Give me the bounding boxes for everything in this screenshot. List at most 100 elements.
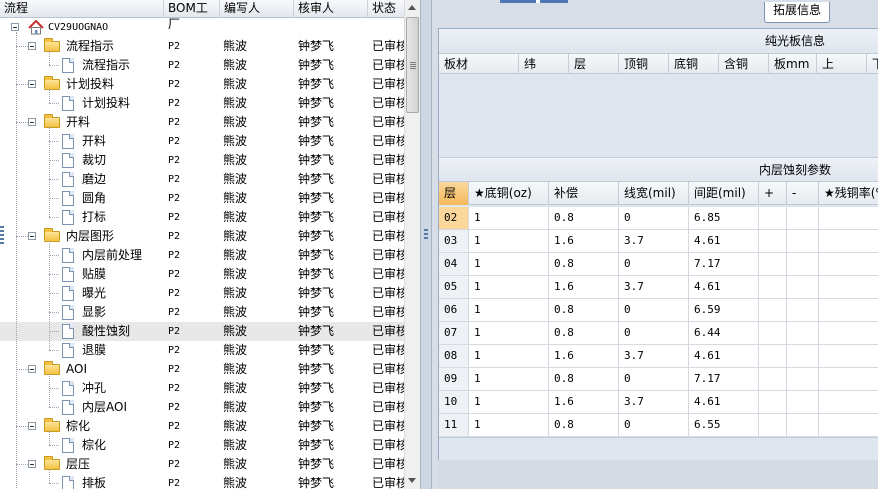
tree-row[interactable]: 排板 P2 熊波 钟梦飞 已审核 [0, 474, 404, 489]
spacing-cell[interactable]: 6.85 [689, 207, 759, 229]
tree-row[interactable]: 层压 P2 熊波 钟梦飞 已审核 [0, 455, 404, 474]
splitter-grip-icon[interactable] [424, 229, 428, 241]
compensation-cell[interactable]: 0.8 [549, 299, 619, 321]
etch-layer-cell[interactable]: 02 [439, 207, 469, 229]
tree-row[interactable]: 裁切 P2 熊波 钟梦飞 已审核 [0, 151, 404, 170]
etch-layer-cell[interactable]: 08 [439, 345, 469, 367]
line-width-cell[interactable]: 0 [619, 207, 689, 229]
residual-copper-cell[interactable] [819, 414, 878, 436]
line-width-cell[interactable]: 3.7 [619, 391, 689, 413]
tree-row[interactable]: 打标 P2 熊波 钟梦飞 已审核 [0, 208, 404, 227]
scroll-down-arrow-icon[interactable] [405, 473, 420, 489]
base-copper-cell[interactable]: 1 [469, 368, 549, 390]
tree-row[interactable]: 退膜 P2 熊波 钟梦飞 已审核 [0, 341, 404, 360]
tree-row[interactable]: 棕化 P2 熊波 钟梦飞 已审核 [0, 417, 404, 436]
col-layer[interactable]: 层 [569, 54, 619, 74]
tree-row[interactable]: 内层图形 P2 熊波 钟梦飞 已审核 [0, 227, 404, 246]
collapse-toggle-icon[interactable] [28, 422, 36, 430]
etch-row[interactable]: 10 1 1.6 3.7 4.61 [439, 391, 878, 414]
minus-cell[interactable] [787, 230, 819, 252]
col-plus[interactable]: + [759, 182, 787, 205]
tree-row[interactable]: 流程指示 P2 熊波 钟梦飞 已审核 [0, 37, 404, 56]
spacing-cell[interactable]: 4.61 [689, 345, 759, 367]
plus-cell[interactable] [759, 299, 787, 321]
tree-row[interactable]: AOI P2 熊波 钟梦飞 已审核 [0, 360, 404, 379]
residual-copper-cell[interactable] [819, 207, 878, 229]
plus-cell[interactable] [759, 345, 787, 367]
tree-row[interactable]: 开料 P2 熊波 钟梦飞 已审核 [0, 113, 404, 132]
spacing-cell[interactable]: 6.59 [689, 299, 759, 321]
residual-copper-cell[interactable] [819, 391, 878, 413]
tree-root-row[interactable]: CV29UOGNAO [0, 18, 404, 37]
plus-cell[interactable] [759, 368, 787, 390]
tree-vertical-scrollbar[interactable] [404, 0, 420, 489]
compensation-cell[interactable]: 0.8 [549, 414, 619, 436]
collapse-toggle-icon[interactable] [28, 460, 36, 468]
col-board-mm[interactable]: 板mm [769, 54, 817, 74]
line-width-cell[interactable]: 3.7 [619, 230, 689, 252]
etch-row[interactable]: 07 1 0.8 0 6.44 [439, 322, 878, 345]
etch-row[interactable]: 08 1 1.6 3.7 4.61 [439, 345, 878, 368]
scroll-thumb[interactable] [406, 17, 419, 113]
spacing-cell[interactable]: 4.61 [689, 230, 759, 252]
residual-copper-cell[interactable] [819, 299, 878, 321]
compensation-cell[interactable]: 1.6 [549, 276, 619, 298]
base-copper-cell[interactable]: 1 [469, 207, 549, 229]
residual-copper-cell[interactable] [819, 368, 878, 390]
col-lower[interactable]: 下 [867, 54, 878, 74]
col-minus[interactable]: - [787, 182, 819, 205]
col-top-copper[interactable]: 顶铜 [619, 54, 669, 74]
plus-cell[interactable] [759, 253, 787, 275]
tree-row[interactable]: 磨边 P2 熊波 钟梦飞 已审核 [0, 170, 404, 189]
etch-row[interactable]: 11 1 0.8 0 6.55 [439, 414, 878, 437]
etch-layer-cell[interactable]: 05 [439, 276, 469, 298]
compensation-cell[interactable]: 0.8 [549, 322, 619, 344]
plus-cell[interactable] [759, 414, 787, 436]
etch-layer-cell[interactable]: 09 [439, 368, 469, 390]
collapse-toggle-icon[interactable] [28, 80, 36, 88]
tree-row[interactable]: 冲孔 P2 熊波 钟梦飞 已审核 [0, 379, 404, 398]
tab-indicator-2[interactable] [540, 0, 568, 3]
line-width-cell[interactable]: 0 [619, 414, 689, 436]
compensation-cell[interactable]: 0.8 [549, 207, 619, 229]
etch-layer-cell[interactable]: 11 [439, 414, 469, 436]
minus-cell[interactable] [787, 391, 819, 413]
etch-row[interactable]: 04 1 0.8 0 7.17 [439, 253, 878, 276]
col-etch-layer[interactable]: 层 [439, 182, 469, 205]
line-width-cell[interactable]: 3.7 [619, 345, 689, 367]
compensation-cell[interactable]: 0.8 [549, 368, 619, 390]
col-header-process[interactable]: 流程 [0, 0, 164, 17]
tree-row[interactable]: 内层前处理 P2 熊波 钟梦飞 已审核 [0, 246, 404, 265]
panel-splitter[interactable] [420, 0, 432, 489]
col-upper[interactable]: 上 [817, 54, 867, 74]
tree-row[interactable]: 计划投料 P2 熊波 钟梦飞 已审核 [0, 94, 404, 113]
collapse-toggle-icon[interactable] [11, 23, 19, 31]
tree-row[interactable]: 开料 P2 熊波 钟梦飞 已审核 [0, 132, 404, 151]
collapse-toggle-icon[interactable] [28, 42, 36, 50]
tree-row[interactable]: 计划投料 P2 熊波 钟梦飞 已审核 [0, 75, 404, 94]
tree-row[interactable]: 酸性蚀刻 P2 熊波 钟梦飞 已审核 [0, 322, 404, 341]
base-copper-cell[interactable]: 1 [469, 345, 549, 367]
minus-cell[interactable] [787, 414, 819, 436]
tree-row[interactable]: 流程指示 P2 熊波 钟梦飞 已审核 [0, 56, 404, 75]
base-copper-cell[interactable]: 1 [469, 253, 549, 275]
spacing-cell[interactable]: 7.17 [689, 368, 759, 390]
compensation-cell[interactable]: 1.6 [549, 230, 619, 252]
line-width-cell[interactable]: 3.7 [619, 276, 689, 298]
spacing-cell[interactable]: 6.44 [689, 322, 759, 344]
plus-cell[interactable] [759, 230, 787, 252]
residual-copper-cell[interactable] [819, 253, 878, 275]
col-spacing[interactable]: 间距(mil) [689, 182, 759, 205]
residual-copper-cell[interactable] [819, 345, 878, 367]
residual-copper-cell[interactable] [819, 230, 878, 252]
col-compensation[interactable]: 补偿 [549, 182, 619, 205]
residual-copper-cell[interactable] [819, 322, 878, 344]
base-copper-cell[interactable]: 1 [469, 276, 549, 298]
minus-cell[interactable] [787, 299, 819, 321]
col-board-material[interactable]: 板材 [439, 54, 519, 74]
line-width-cell[interactable]: 0 [619, 322, 689, 344]
etch-row[interactable]: 05 1 1.6 3.7 4.61 [439, 276, 878, 299]
minus-cell[interactable] [787, 345, 819, 367]
etch-layer-cell[interactable]: 04 [439, 253, 469, 275]
tree-row[interactable]: 内层AOI P2 熊波 钟梦飞 已审核 [0, 398, 404, 417]
